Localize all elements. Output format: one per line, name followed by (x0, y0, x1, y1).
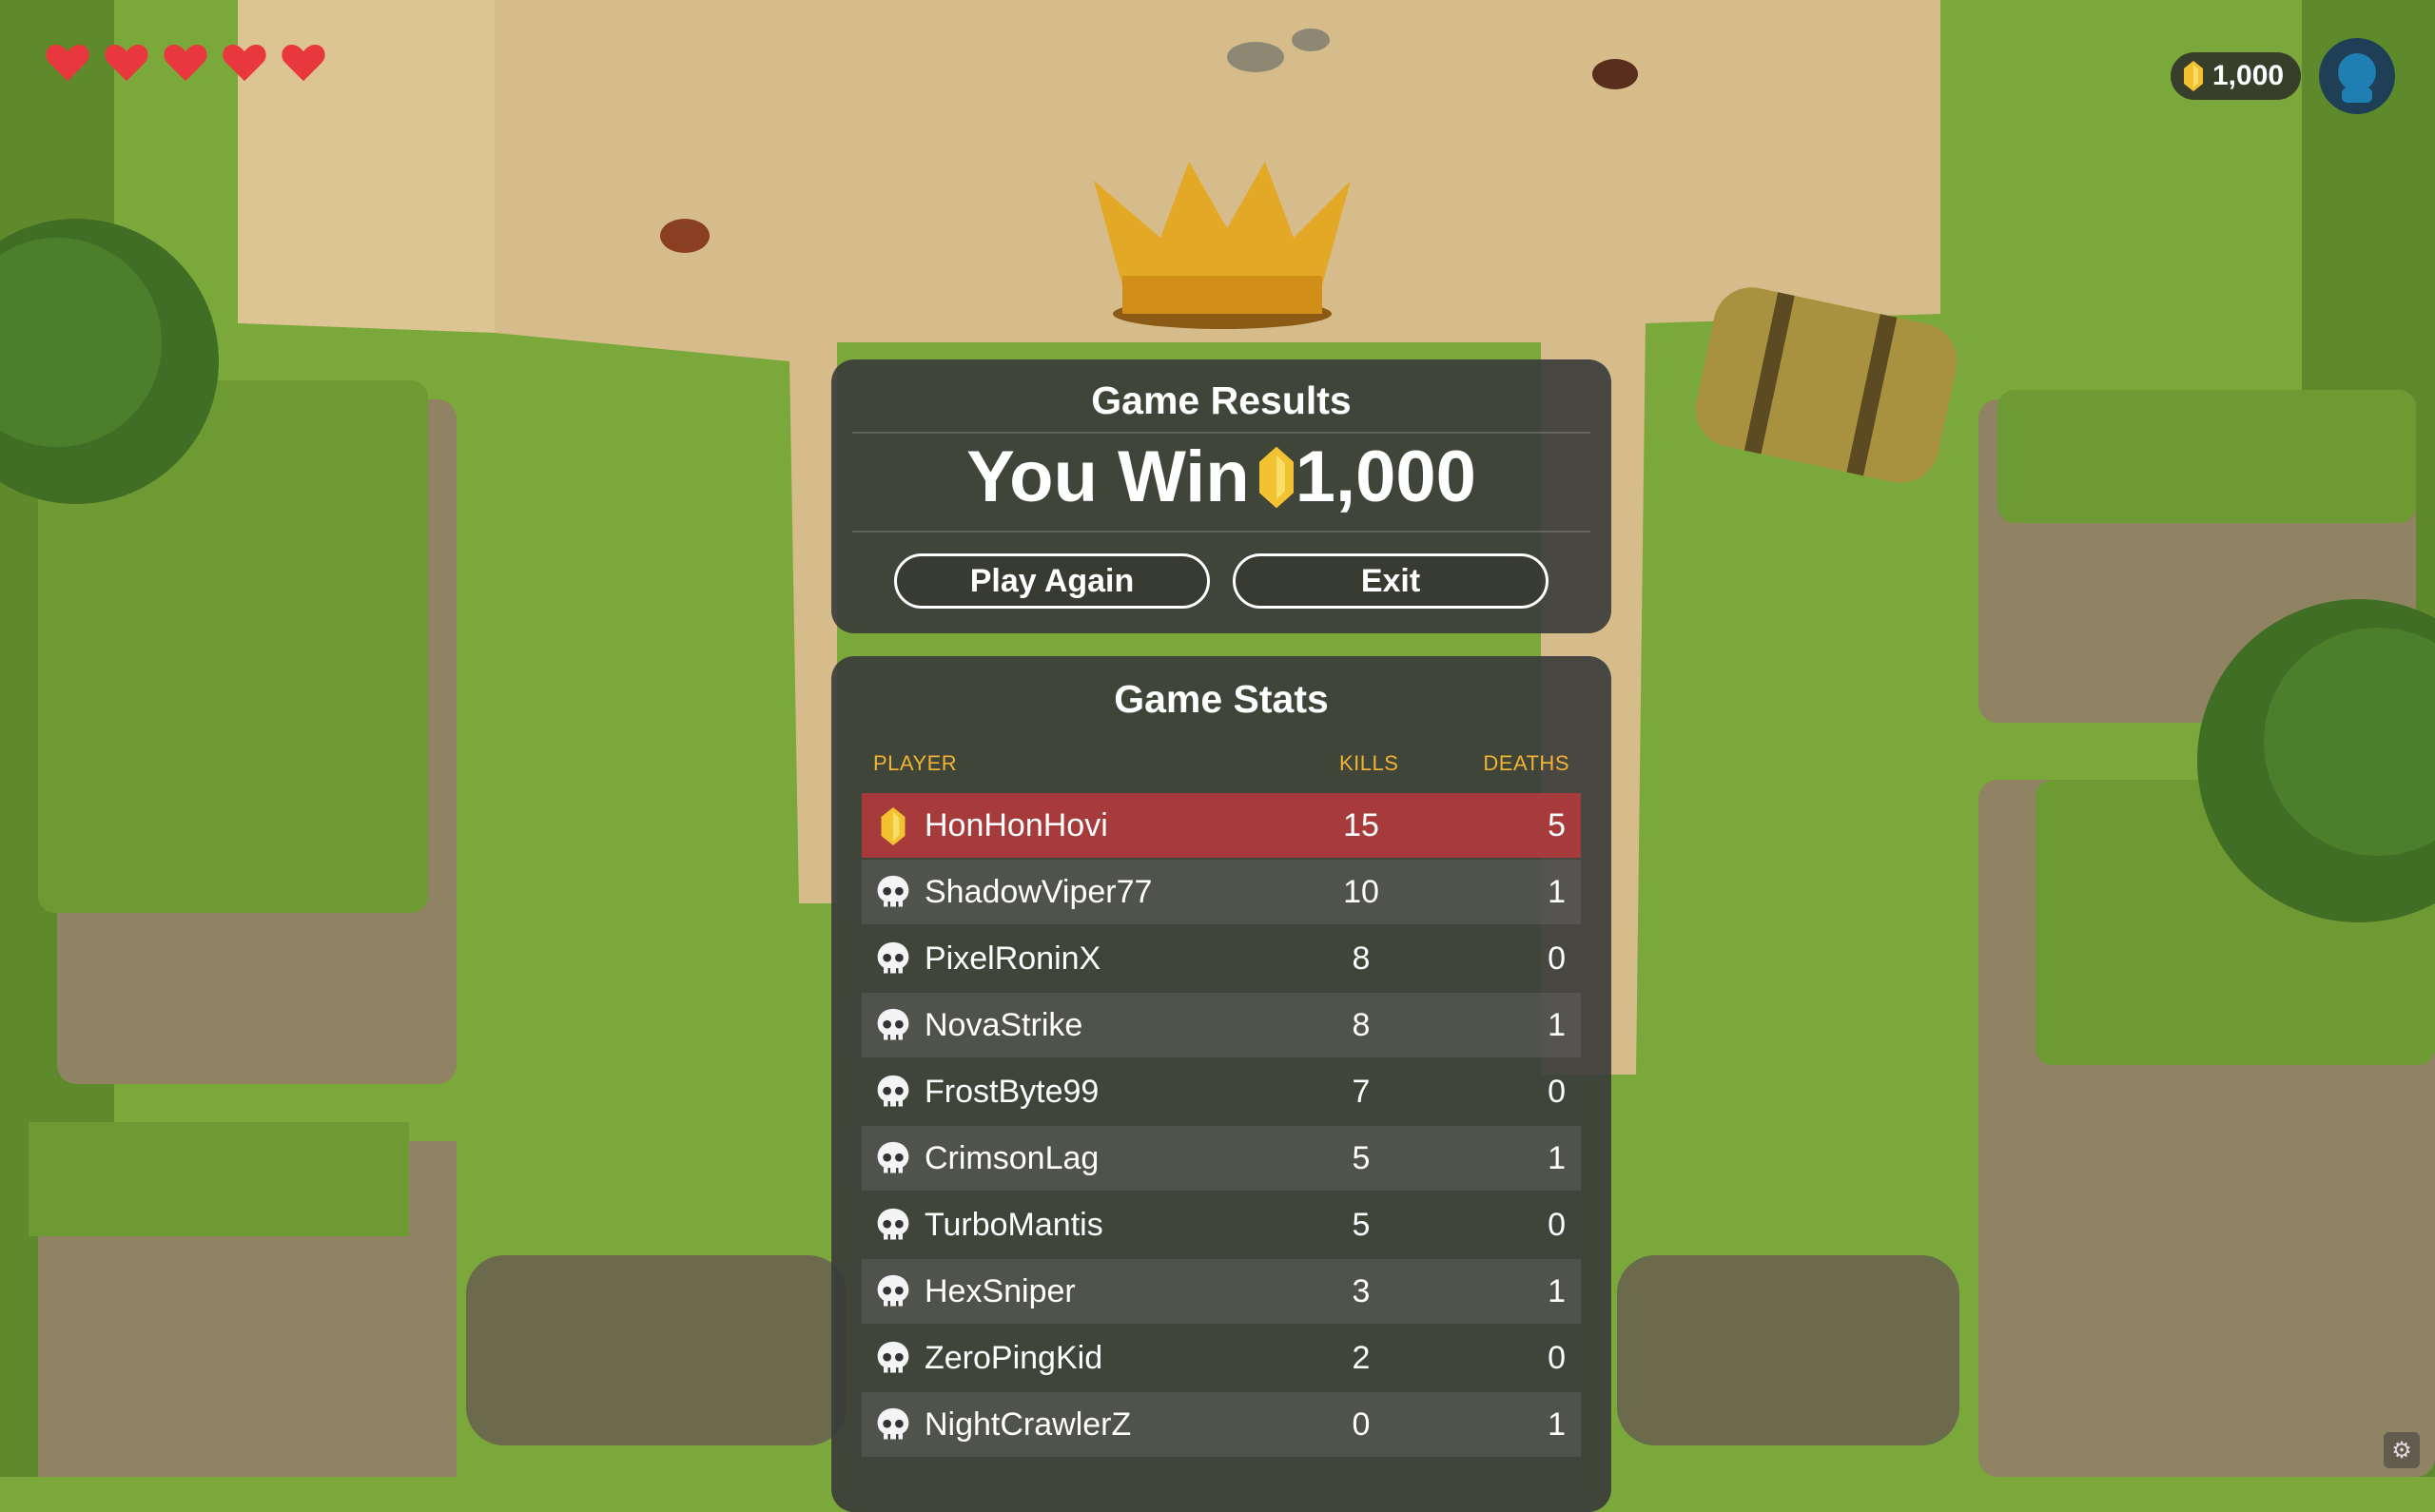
deaths-value: 1 (1548, 1006, 1566, 1043)
table-row: NightCrawlerZ 0 1 (862, 1392, 1581, 1457)
deaths-value: 1 (1548, 1272, 1566, 1309)
deaths-value: 0 (1548, 940, 1566, 977)
skull-icon (877, 875, 909, 907)
player-name: HonHonHovi (925, 806, 1108, 843)
play-again-button[interactable]: Play Again (894, 553, 1210, 609)
player-name: TurboMantis (925, 1206, 1103, 1243)
kills-value: 15 (1343, 806, 1379, 843)
player-name: CrimsonLag (925, 1139, 1100, 1176)
kills-value: 8 (1352, 940, 1371, 977)
heart-icon (282, 45, 325, 82)
column-header-player: PLAYER (873, 751, 958, 775)
win-amount: 1,000 (1295, 436, 1476, 517)
coin-icon (2184, 61, 2203, 91)
settings-gear-icon[interactable]: ⚙ (2384, 1432, 2420, 1468)
divider (852, 531, 1590, 533)
player-name: HexSniper (925, 1272, 1076, 1309)
skull-icon (877, 1407, 909, 1440)
skull-icon (877, 1341, 909, 1373)
kills-value: 0 (1352, 1405, 1371, 1443)
skull-icon (877, 1208, 909, 1240)
deaths-value: 1 (1548, 873, 1566, 910)
win-prefix: You Win (966, 436, 1250, 517)
table-row: CrimsonLag 5 1 (862, 1126, 1581, 1191)
player-name: NovaStrike (925, 1006, 1083, 1043)
exit-button[interactable]: Exit (1233, 553, 1549, 609)
skull-icon (877, 1274, 909, 1307)
player-name: NightCrawlerZ (925, 1405, 1132, 1443)
kills-value: 8 (1352, 1006, 1371, 1043)
kills-value: 5 (1352, 1206, 1371, 1243)
health-hearts (42, 36, 329, 87)
deaths-value: 0 (1548, 1339, 1566, 1376)
skull-icon (877, 1008, 909, 1040)
player-name: FrostByte99 (925, 1073, 1100, 1110)
deaths-value: 0 (1548, 1206, 1566, 1243)
coin-count: 1,000 (2212, 60, 2285, 91)
kills-value: 7 (1352, 1073, 1371, 1110)
win-message: You Win 1,000 (831, 436, 1611, 518)
table-row: PixelRoninX 8 0 (862, 926, 1581, 991)
table-row: ShadowViper77 10 1 (862, 860, 1581, 924)
column-header-kills: KILLS (1339, 751, 1399, 775)
heart-icon (105, 45, 148, 82)
skull-icon (877, 941, 909, 974)
deaths-value: 1 (1548, 1139, 1566, 1176)
table-row: HexSniper 3 1 (862, 1259, 1581, 1324)
kills-value: 3 (1352, 1272, 1371, 1309)
skull-icon (877, 1141, 909, 1173)
game-stats-panel: Game Stats PLAYER KILLS DEATHS HonHonHov… (831, 656, 1611, 1512)
skull-icon (877, 1075, 909, 1107)
deaths-value: 0 (1548, 1073, 1566, 1110)
table-row: TurboMantis 5 0 (862, 1192, 1581, 1257)
player-name: ZeroPingKid (925, 1339, 1103, 1376)
game-results-panel: Game Results You Win 1,000 Play Again Ex… (831, 359, 1611, 633)
heart-icon (46, 45, 89, 82)
column-header-deaths: DEATHS (1483, 751, 1569, 775)
coin-icon (881, 807, 906, 845)
heart-icon (164, 45, 207, 82)
divider (852, 432, 1590, 434)
coin-icon (1258, 446, 1294, 508)
deaths-value: 1 (1548, 1405, 1566, 1443)
table-row: NovaStrike 8 1 (862, 993, 1581, 1057)
table-row: ZeroPingKid 2 0 (862, 1326, 1581, 1390)
heart-icon (223, 45, 266, 82)
user-silhouette-icon (2338, 53, 2376, 103)
table-row: FrostByte99 7 0 (862, 1059, 1581, 1124)
kills-value: 10 (1343, 873, 1379, 910)
player-name: PixelRoninX (925, 940, 1101, 977)
table-row: HonHonHovi 15 5 (862, 793, 1581, 858)
results-title: Game Results (1091, 378, 1352, 422)
kills-value: 5 (1352, 1139, 1371, 1176)
deaths-value: 5 (1548, 806, 1566, 843)
stats-title: Game Stats (1114, 677, 1329, 721)
kills-value: 2 (1352, 1339, 1371, 1376)
stats-table: HonHonHovi 15 5 ShadowViper77 10 1 PixelRoninX… (862, 793, 1581, 1459)
player-name: ShadowViper77 (925, 873, 1153, 910)
coin-counter: 1,000 (2171, 52, 2302, 100)
player-avatar[interactable] (2319, 38, 2395, 114)
